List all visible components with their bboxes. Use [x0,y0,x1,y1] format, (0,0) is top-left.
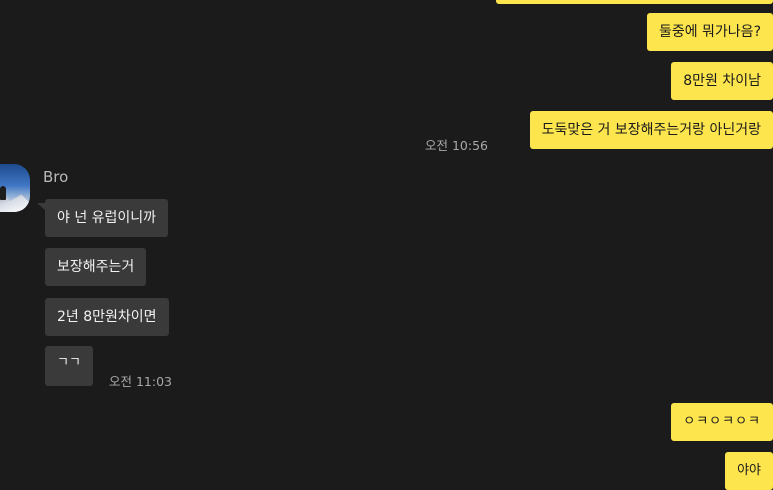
friend-avatar[interactable] [0,164,30,212]
my-message-bubble[interactable]: 둘중에 뭐가나음? [646,13,773,51]
my-message-bubble[interactable]: 8만원 차이남 [671,62,773,100]
my-message-bubble[interactable]: 도둑맞은 거 보장해주는거랑 아닌거랑 [529,111,773,149]
bubble-tail [37,203,45,210]
my-message-bubble[interactable]: 야야 [725,452,773,490]
friend-message-bubble[interactable]: 야 넌 유럽이니까 [45,199,169,237]
sender-name[interactable]: Bro [43,168,68,186]
partial-my-message-bubble[interactable] [496,0,773,4]
my-message-bubble[interactable]: ㅇㅋㅇㅋㅇㅋ [671,403,773,441]
friend-message-bubble[interactable]: ㄱㄱ [45,346,93,386]
friend-message-bubble[interactable]: 보장해주는거 [45,248,147,286]
message-timestamp: 오전 11:03 [109,374,172,389]
message-timestamp: 오전 10:56 [425,138,488,153]
friend-message-bubble[interactable]: 2년 8만원차이면 [45,298,169,336]
